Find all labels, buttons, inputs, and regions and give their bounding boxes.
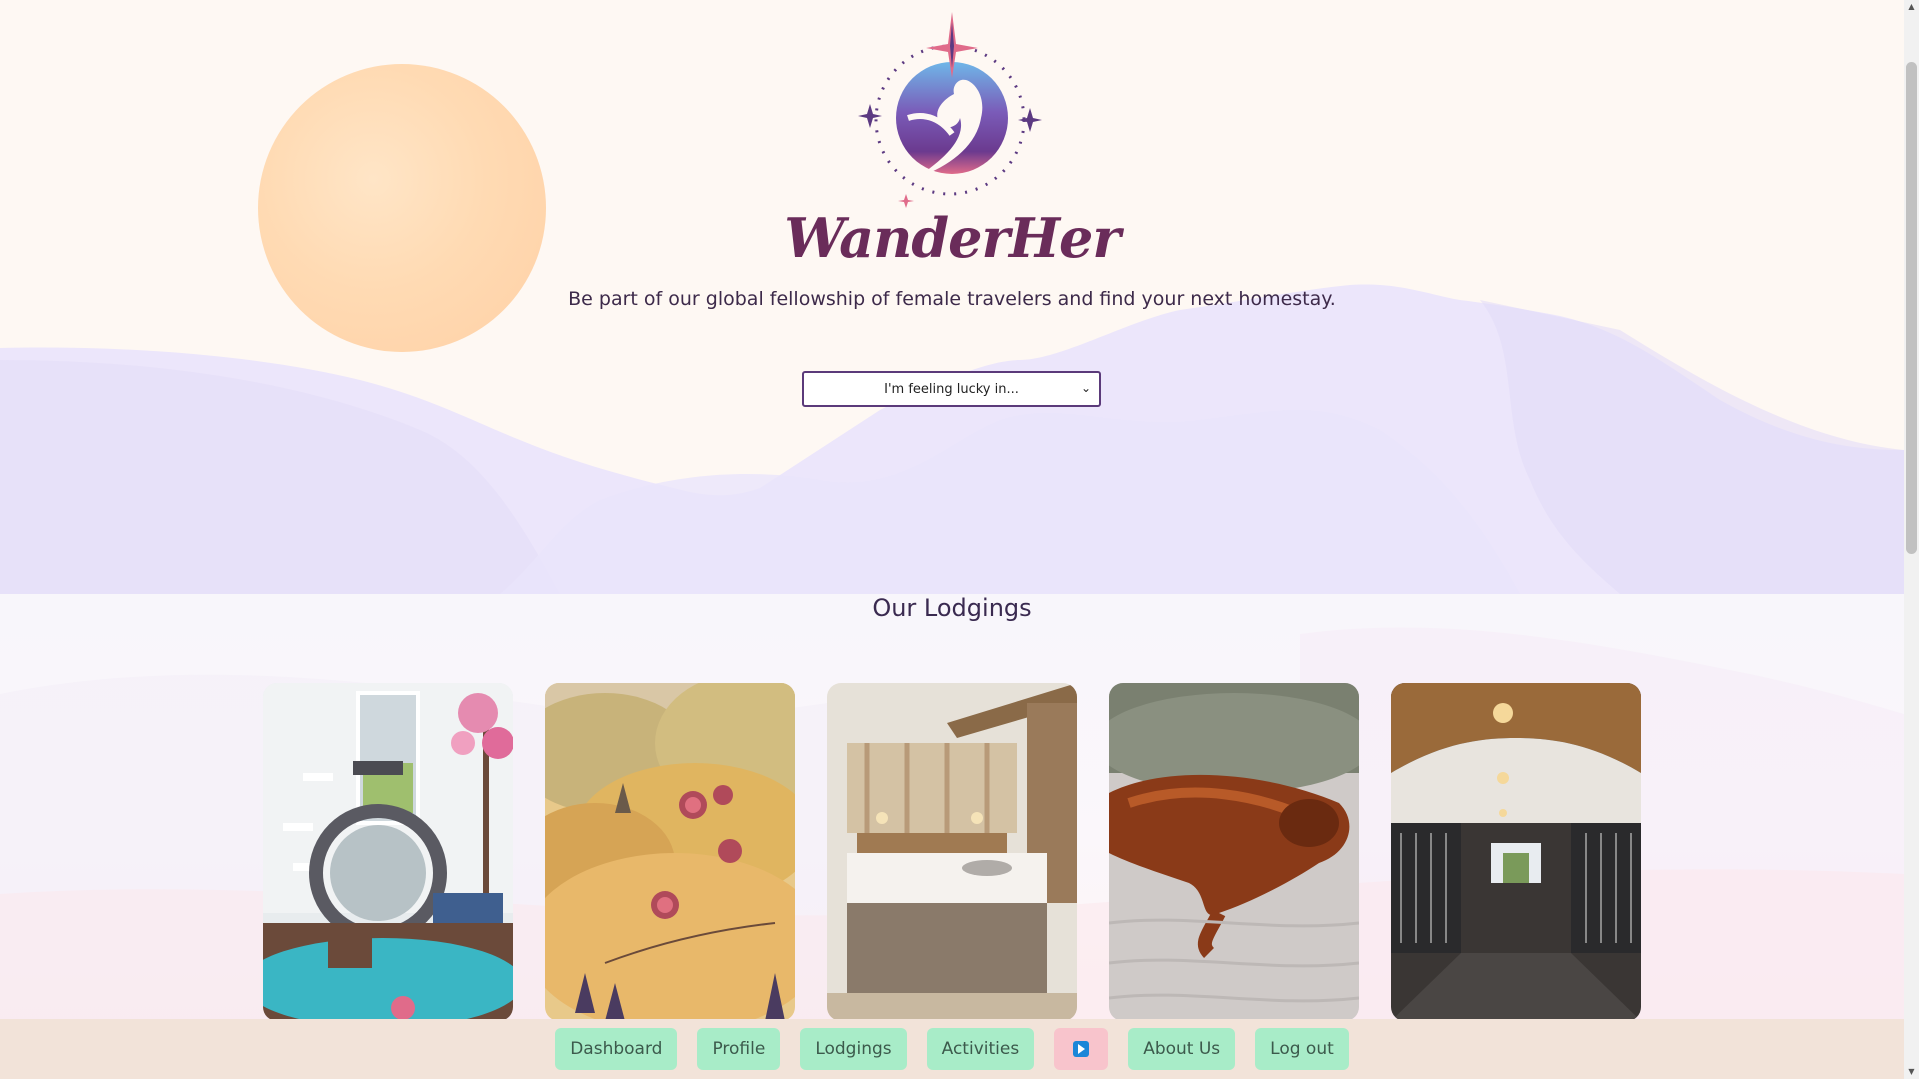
lodging-cards [263, 683, 1641, 1021]
nav-activities-button[interactable]: Activities [926, 1028, 1035, 1070]
destination-select[interactable]: I'm feeling lucky in... ⌄ [802, 371, 1101, 407]
nav-log-out-button[interactable]: Log out [1255, 1028, 1349, 1070]
vertical-scrollbar[interactable]: ▲ ▼ [1904, 0, 1919, 1079]
nav-about-us-button[interactable]: About Us [1128, 1028, 1236, 1070]
horse-stable-image [1391, 683, 1641, 1021]
nav-lodgings-button[interactable]: Lodgings [800, 1028, 907, 1070]
nav-profile-button[interactable]: Profile [697, 1028, 781, 1070]
nav-dashboard-button[interactable]: Dashboard [555, 1028, 678, 1070]
nav-play-button[interactable] [1054, 1028, 1109, 1070]
sleeping-dog-image [1109, 683, 1359, 1021]
lodgings-section: Our Lodgings [0, 594, 1904, 1079]
scroll-up-arrow-icon[interactable]: ▲ [1904, 0, 1919, 14]
page: WanderHer Be part of our global fellowsh… [0, 0, 1919, 1079]
hero-section: WanderHer Be part of our global fellowsh… [0, 0, 1904, 594]
destination-select-value: I'm feeling lucky in... [884, 381, 1019, 397]
wanderher-logo [858, 12, 1042, 208]
chevron-down-icon: ⌄ [1080, 381, 1091, 395]
cozy-bedroom-image [827, 683, 1077, 1021]
bottom-nav: Dashboard Profile Lodgings Activities Ab… [0, 1019, 1904, 1079]
lodging-card-cat-room[interactable] [263, 683, 513, 1021]
lodging-card-sleeping-dog[interactable] [1109, 683, 1359, 1021]
play-icon [1073, 1041, 1090, 1057]
lodgings-title: Our Lodgings [872, 594, 1032, 622]
scrollbar-thumb[interactable] [1906, 62, 1917, 554]
brand-wordmark: WanderHer [784, 206, 1121, 270]
lodging-card-cozy-bedroom[interactable] [827, 683, 1077, 1021]
lodging-card-hobbit-hills[interactable] [545, 683, 795, 1021]
cat-room-image [263, 683, 513, 1021]
lodging-card-horse-stable[interactable] [1391, 683, 1641, 1021]
tagline: Be part of our global fellowship of fema… [568, 288, 1336, 310]
hobbit-hills-image [545, 683, 795, 1021]
scroll-down-arrow-icon[interactable]: ▼ [1904, 1065, 1919, 1079]
